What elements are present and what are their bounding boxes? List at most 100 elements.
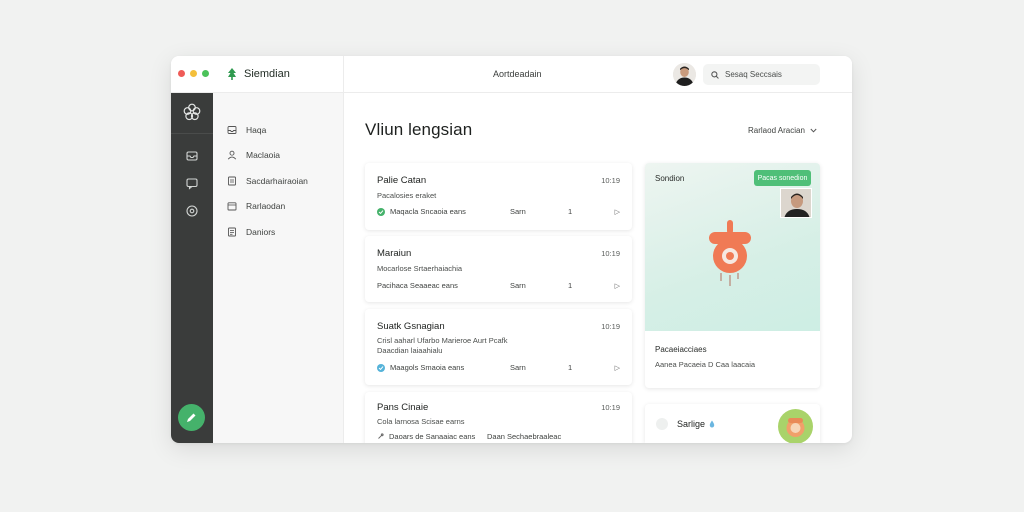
user-avatar[interactable] xyxy=(673,63,696,86)
card-desc-line: Pacalosies eraket xyxy=(377,191,437,200)
preview-badge-button[interactable]: Pacas sonedion xyxy=(754,170,811,186)
card-status: Maagols Smaoia eans xyxy=(377,363,510,372)
contact-photo xyxy=(780,188,812,218)
sort-dropdown[interactable]: Rarlaod Aracian xyxy=(748,126,817,135)
card-meta: Sarn xyxy=(510,281,526,290)
rail-divider xyxy=(171,133,213,134)
close-window-button[interactable] xyxy=(178,70,185,77)
sidebar-item-2[interactable]: Sacdarhairaoian xyxy=(227,176,308,186)
card-footer: Daoars de Sanaaiac eans Daan Sechaebraal… xyxy=(377,432,620,441)
app-brand[interactable]: Siemdian xyxy=(227,68,290,80)
card-desc-line: Daacdian laiaahialu xyxy=(377,346,443,355)
card-status: Maqacla Sncaoia eans xyxy=(377,207,510,216)
inbox-icon xyxy=(227,126,237,134)
card-title: Palie Catan xyxy=(377,175,427,186)
app-window: Siemdian Aortdeadain Sesaq Seccsais Haqa… xyxy=(171,56,852,443)
sidebar-item-label: Sacdarhairaoian xyxy=(246,176,308,186)
mascot-avatar[interactable] xyxy=(778,409,813,443)
user-icon xyxy=(227,150,237,160)
preview-hero: Sondion Pacas sonedion xyxy=(645,163,820,331)
sort-dropdown-label: Rarlaod Aracian xyxy=(748,126,805,135)
open-card-icon[interactable]: ▷ xyxy=(615,282,620,290)
clip-icon xyxy=(378,433,384,439)
message-card[interactable]: Palie Catan 10:19 Pacalosies eraket Maqa… xyxy=(365,163,632,230)
card-desc-line: Mocarlose Srtaerhaiachia xyxy=(377,264,463,273)
mascot-illustration xyxy=(709,220,751,286)
chevron-down-icon xyxy=(810,128,817,133)
open-card-icon[interactable]: ▷ xyxy=(615,364,620,372)
sidebar-item-3[interactable]: Rarlaodan xyxy=(227,201,285,211)
message-card[interactable]: Suatk Gsnagian 10:19 Crisl aaharl Ufarbo… xyxy=(365,309,632,385)
card-meta: Daan Sechaebraaleac xyxy=(487,432,562,441)
sidebar-item-0[interactable]: Haqa xyxy=(227,125,266,135)
open-card-icon[interactable]: ▷ xyxy=(615,208,620,216)
card-time: 10:19 xyxy=(601,249,620,258)
card-desc-line: Crisl aaharl Ufarbo Marieroe Aurt Pcafk xyxy=(377,336,508,345)
card-footer: Pacihaca Seaaeac eans Sarn 1 ▷ xyxy=(377,281,620,290)
settings-card-title: Sarlige xyxy=(677,419,706,429)
card-status-text: Maqacla Sncaoia eans xyxy=(390,207,466,216)
card-count: 1 xyxy=(568,363,573,372)
card-title: Maraiun xyxy=(377,248,412,259)
card-title: Suatk Gsnagian xyxy=(377,321,445,332)
card-count: 1 xyxy=(568,281,573,290)
card-time: 10:19 xyxy=(601,403,620,412)
flower-logo-icon[interactable] xyxy=(181,101,203,123)
message-card[interactable]: Pans Cinaie 10:19 Cola larnosa Scisae ea… xyxy=(365,392,632,443)
sidebar-item-label: Daniors xyxy=(246,227,276,237)
tree-icon xyxy=(228,68,236,80)
preview-title: Pacaeiacciaes xyxy=(655,345,707,354)
card-title: Pans Cinaie xyxy=(377,402,429,413)
document-icon xyxy=(228,176,236,186)
settings-icon xyxy=(656,418,668,430)
card-description: Crisl aaharl Ufarbo Marieroe Aurt Pcafk … xyxy=(377,336,507,356)
card-time: 10:19 xyxy=(601,176,620,185)
card-description: Pacalosies eraket xyxy=(377,191,436,201)
preview-label: Sondion xyxy=(655,174,685,183)
card-time: 10:19 xyxy=(601,322,620,331)
search-box[interactable] xyxy=(703,64,820,85)
minimize-window-button[interactable] xyxy=(190,70,197,77)
preview-subtitle: Aanea Pacaeia D Caa laacaia xyxy=(655,360,756,369)
search-input[interactable] xyxy=(725,70,815,79)
check-circle-icon xyxy=(377,363,385,372)
card-status: Daoars de Sanaaiac eans xyxy=(377,432,487,441)
card-meta: Sarn xyxy=(510,207,526,216)
chat-icon[interactable] xyxy=(185,176,199,190)
window-controls xyxy=(178,70,209,77)
person-icon xyxy=(673,63,696,86)
pencil-icon xyxy=(187,413,196,422)
sidebar-item-4[interactable]: Daniors xyxy=(227,227,275,237)
target-icon[interactable] xyxy=(185,204,199,218)
card-footer: Maqacla Sncaoia eans Sarn 1 ▷ xyxy=(377,207,620,216)
person-icon xyxy=(781,189,811,217)
sidebar-nav: Haqa Maclaoia Sacdarhairaoian Rarlaodan … xyxy=(213,93,344,443)
card-status-text: Maagols Smaoia eans xyxy=(390,363,465,372)
card-description: Cola larnosa Scisae earns xyxy=(377,417,465,427)
top-bar: Siemdian Aortdeadain xyxy=(171,56,852,93)
file-icon xyxy=(228,227,236,237)
card-description: Mocarlose Srtaerhaiachia xyxy=(377,264,462,274)
sidebar-item-label: Maclaoia xyxy=(246,150,281,160)
maximize-window-button[interactable] xyxy=(202,70,209,77)
card-count: 1 xyxy=(568,207,573,216)
sidebar-item-1[interactable]: Maclaoia xyxy=(227,150,280,160)
message-card[interactable]: Maraiun 10:19 Mocarlose Srtaerhaiachia P… xyxy=(365,236,632,302)
check-circle-icon xyxy=(377,207,385,216)
mascot-icon xyxy=(786,418,805,437)
search-icon xyxy=(711,70,719,79)
drop-icon xyxy=(709,420,715,428)
sidebar-item-label: Haqa xyxy=(246,125,267,135)
card-status-text: Pacihaca Seaaeac eans xyxy=(377,281,458,290)
card-footer: Maagols Smaoia eans Sarn 1 ▷ xyxy=(377,363,620,372)
settings-card[interactable]: Sarlige xyxy=(645,404,820,443)
preview-panel[interactable]: Sondion Pacas sonedion Pacaeiacciaes Aan… xyxy=(645,163,820,388)
sidebar-item-label: Rarlaodan xyxy=(246,201,286,211)
inbox-icon[interactable] xyxy=(185,149,199,163)
top-divider xyxy=(343,56,344,93)
settings-card-label: Sarlige xyxy=(677,419,715,429)
card-desc-line: Cola larnosa Scisae earns xyxy=(377,417,465,426)
page-title: Vliun lengsian xyxy=(365,120,473,139)
compose-button[interactable] xyxy=(178,404,205,431)
app-brand-name: Siemdian xyxy=(244,68,290,80)
